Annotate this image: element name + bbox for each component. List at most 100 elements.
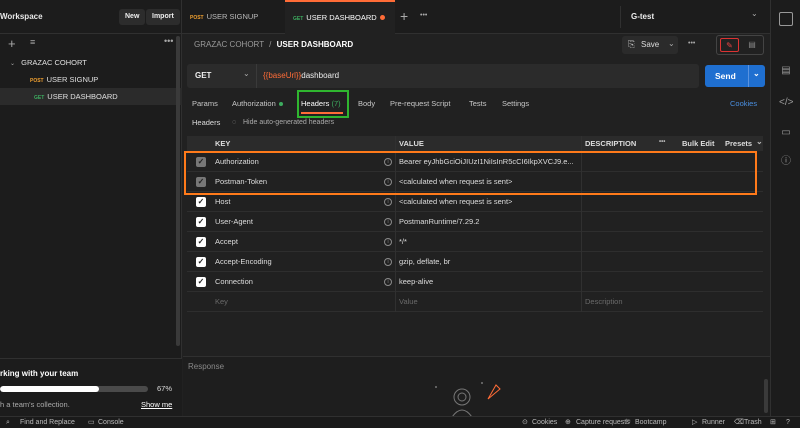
comments-icon[interactable]: ▭ <box>779 126 793 140</box>
header-key[interactable]: Host <box>215 192 230 212</box>
info-icon[interactable]: i <box>384 278 392 286</box>
sidebar-item-user-signup[interactable]: POST USER SIGNUP <box>0 71 182 88</box>
table-more-icon[interactable]: ••• <box>659 139 665 145</box>
trash-button[interactable]: Trash <box>744 417 762 428</box>
documentation-icon[interactable]: ▤ <box>779 64 793 78</box>
row-checkbox[interactable]: ✓ <box>196 217 206 227</box>
runner-button[interactable]: Runner <box>702 417 725 428</box>
header-value[interactable]: keep-alive <box>399 272 433 292</box>
environment-selector[interactable]: G-test ⌄ <box>620 6 770 28</box>
search-icon[interactable]: ⌕ <box>6 417 10 428</box>
new-description-input[interactable]: Description <box>585 292 623 312</box>
table-row[interactable]: ✓ Connection i keep-alive <box>187 272 763 292</box>
header-value[interactable]: gzip, deflate, br <box>399 252 450 272</box>
collection-item[interactable]: ⌄ GRAZAC COHORT <box>0 54 182 71</box>
save-button[interactable]: ⎘ Save ⌄ <box>622 36 678 54</box>
info-icon[interactable]: i <box>384 238 392 246</box>
send-label: Send <box>715 71 736 81</box>
bulk-edit-button[interactable]: Bulk Edit <box>682 139 715 148</box>
cookies-link[interactable]: Cookies <box>730 96 757 112</box>
table-row[interactable]: ✓ User-Agent i PostmanRuntime/7.29.2 <box>187 212 763 232</box>
tab-settings[interactable]: Settings <box>502 96 529 112</box>
doc-view-icon[interactable]: ▤ <box>743 38 761 52</box>
header-value[interactable]: <calculated when request is sent> <box>399 192 512 212</box>
new-value-input[interactable]: Value <box>399 292 418 312</box>
more-icon[interactable]: ••• <box>164 36 173 46</box>
tab-authorization[interactable]: Authorization <box>232 96 283 112</box>
add-icon[interactable]: + <box>8 36 16 51</box>
filter-icon[interactable]: ≡ <box>30 37 35 47</box>
tab-tests[interactable]: Tests <box>469 96 487 112</box>
table-row[interactable]: ✓ Host i <calculated when request is sent> <box>187 192 763 212</box>
runner-icon[interactable]: ▷ <box>692 417 697 428</box>
tab-body[interactable]: Body <box>358 96 375 112</box>
response-scrollbar[interactable] <box>764 379 768 413</box>
breadcrumb-current: USER DASHBOARD <box>276 40 354 49</box>
info-icon[interactable]: i <box>384 258 392 266</box>
column-key: KEY <box>215 139 231 148</box>
breadcrumb: GRAZAC COHORT / USER DASHBOARD <box>194 39 353 51</box>
send-button[interactable]: Send ⌄ <box>705 65 765 87</box>
console-icon[interactable]: ▭ <box>88 417 95 428</box>
info-icon[interactable]: i <box>384 218 392 226</box>
breadcrumb-separator: / <box>269 40 272 49</box>
breadcrumb-parent[interactable]: GRAZAC COHORT <box>194 40 264 49</box>
presets-dropdown[interactable]: Presets <box>725 139 752 148</box>
unsaved-dot-icon[interactable] <box>380 15 385 20</box>
import-button[interactable]: Import <box>146 9 180 25</box>
trash-icon[interactable]: ⌫ <box>734 417 744 428</box>
header-value[interactable]: */* <box>399 232 407 252</box>
table-row[interactable]: ✓ Accept i */* <box>187 232 763 252</box>
new-key-input[interactable]: Key <box>215 292 228 312</box>
tab-params[interactable]: Params <box>192 96 218 112</box>
find-replace-button[interactable]: Find and Replace <box>20 417 75 428</box>
cookies-icon[interactable]: ⊙ <box>522 417 528 428</box>
show-me-link[interactable]: Show me <box>141 400 172 409</box>
edit-icon[interactable]: ✎ <box>720 38 739 52</box>
tab-pre-request-script[interactable]: Pre-request Script <box>390 96 450 112</box>
capture-requests-button[interactable]: Capture requests <box>576 417 630 428</box>
header-value[interactable]: PostmanRuntime/7.29.2 <box>399 212 479 232</box>
new-button[interactable]: New <box>119 9 146 25</box>
tab-bar: POST USER SIGNUP GET USER DASHBOARD + ••• … <box>182 0 770 34</box>
header-key[interactable]: Accept-Encoding <box>215 252 272 272</box>
chevron-down-icon[interactable]: ⌄ <box>753 69 760 78</box>
tabs-more-icon[interactable]: ••• <box>420 12 427 19</box>
save-label: Save <box>641 40 660 49</box>
url-variable: {{baseUrl}} <box>263 71 302 80</box>
bootcamp-icon[interactable]: ⚐ <box>625 417 631 428</box>
code-icon[interactable]: </> <box>779 96 793 110</box>
console-button[interactable]: Console <box>98 417 124 428</box>
sidebar: Workspace New Import + ≡ ••• ⌄ GRAZAC CO… <box>0 0 182 416</box>
header-key[interactable]: User-Agent <box>215 212 253 232</box>
environment-quicklook-icon[interactable] <box>779 12 793 26</box>
eye-off-icon[interactable]: ◌ <box>232 118 236 128</box>
new-tab-icon[interactable]: + <box>400 8 408 24</box>
row-checkbox[interactable]: ✓ <box>196 197 206 207</box>
tab-label: USER DASHBOARD <box>306 13 377 22</box>
table-row-new[interactable]: Key Value Description <box>187 292 763 312</box>
info-icon[interactable]: i <box>384 198 392 206</box>
row-checkbox[interactable]: ✓ <box>196 277 206 287</box>
hide-auto-headers-toggle[interactable]: Hide auto-generated headers <box>243 118 334 128</box>
bootcamp-button[interactable]: Bootcamp <box>635 417 667 428</box>
tab-user-dashboard[interactable]: GET USER DASHBOARD <box>285 0 395 34</box>
help-icon[interactable]: ? <box>786 417 790 428</box>
tab-user-signup[interactable]: POST USER SIGNUP <box>182 0 266 34</box>
sidebar-scrollbar[interactable] <box>176 36 180 346</box>
header-key[interactable]: Accept <box>215 232 238 252</box>
sidebar-item-user-dashboard[interactable]: GET USER DASHBOARD <box>0 88 182 105</box>
more-actions-icon[interactable]: ••• <box>688 40 695 47</box>
layout-icon[interactable]: ⊞ <box>770 417 776 428</box>
capture-icon[interactable]: ⊕ <box>565 417 571 428</box>
url-input[interactable]: {{baseUrl}}dashboard <box>263 71 339 80</box>
row-checkbox[interactable]: ✓ <box>196 237 206 247</box>
method-select[interactable]: GET ⌄ <box>187 64 257 88</box>
cookies-button[interactable]: Cookies <box>532 417 557 428</box>
onboarding-panel: rking with your team 67% h a team's coll… <box>0 358 182 416</box>
header-key[interactable]: Connection <box>215 272 253 292</box>
info-icon[interactable]: ⓘ <box>779 155 793 169</box>
table-row[interactable]: ✓ Accept-Encoding i gzip, deflate, br <box>187 252 763 272</box>
status-dot-icon <box>278 102 283 107</box>
row-checkbox[interactable]: ✓ <box>196 257 206 267</box>
